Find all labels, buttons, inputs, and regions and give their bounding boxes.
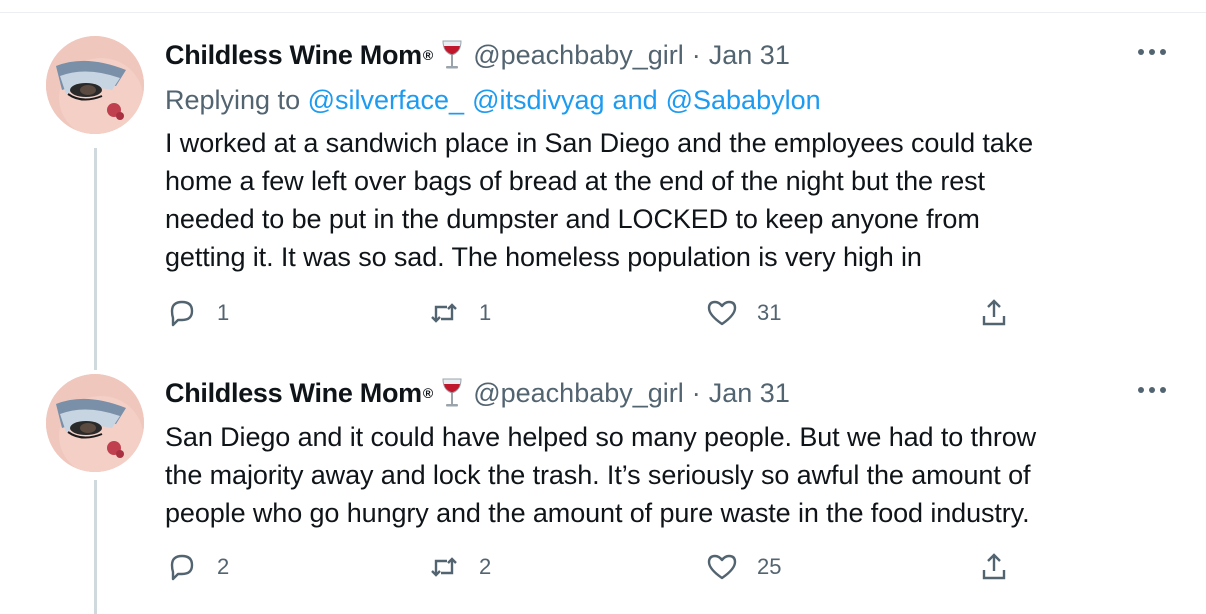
tweet-header: Childless Wine Mom ® @peachbaby_girl · J… [165, 374, 1166, 412]
reply-icon [170, 300, 194, 327]
like-count: 25 [757, 554, 782, 579]
replying-to: Replying to @silverface_ @itsdivyag and … [165, 80, 1166, 120]
retweet-icon [431, 557, 457, 577]
mention-and: and [612, 84, 658, 115]
retweet-count: 1 [479, 300, 492, 325]
tweet-text-line: needed to be put in the dumpster and LOC… [165, 204, 980, 234]
avatar-image [46, 36, 144, 134]
replying-prefix: Replying to [165, 84, 301, 115]
tweet-text-line: getting it. It was so sad. The homeless … [165, 242, 922, 272]
wine-glass-icon [441, 40, 463, 70]
reply-icon [170, 554, 194, 581]
registered-mark: ® [422, 47, 434, 63]
more-icon[interactable] [1126, 380, 1166, 400]
reply-button[interactable]: 1 [165, 296, 229, 330]
reply-count: 2 [217, 554, 230, 579]
heart-icon [707, 300, 737, 326]
tweet-text-line: home a few left over bags of bread at th… [165, 166, 985, 196]
user-handle[interactable]: @peachbaby_girl [473, 378, 684, 409]
reply-button[interactable]: 2 [165, 550, 229, 584]
share-icon [982, 299, 1006, 326]
avatar-image [46, 374, 144, 472]
retweet-count: 2 [479, 554, 492, 579]
separator: · [691, 377, 701, 408]
like-button[interactable]: 25 [705, 550, 781, 584]
tweet-actions: 1 1 31 [165, 296, 1015, 336]
tweet-date[interactable]: Jan 31 [709, 378, 790, 409]
retweet-button[interactable]: 1 [427, 296, 491, 330]
tweet-text-line: people who go hungry and the amount of p… [165, 498, 1030, 528]
tweet-text: I worked at a sandwich place in San Dieg… [165, 124, 1166, 276]
avatar[interactable] [46, 36, 144, 134]
tweet-text: San Diego and it could have helped so ma… [165, 418, 1166, 532]
avatar[interactable] [46, 374, 144, 472]
more-icon[interactable] [1126, 42, 1166, 62]
tweet-text-line: the majority away and lock the trash. It… [165, 460, 1031, 490]
separator: · [691, 39, 701, 70]
display-name[interactable]: Childless Wine Mom [165, 378, 422, 409]
tweet-header: Childless Wine Mom ® @peachbaby_girl · J… [165, 36, 1166, 74]
reply-count: 1 [217, 300, 230, 325]
like-button[interactable]: 31 [705, 296, 781, 330]
heart-icon [707, 554, 737, 580]
tweet-date[interactable]: Jan 31 [709, 40, 790, 71]
share-button[interactable] [977, 550, 1011, 584]
user-handle[interactable]: @peachbaby_girl [473, 40, 684, 71]
like-count: 31 [757, 300, 782, 325]
share-icon [982, 553, 1006, 580]
display-name[interactable]: Childless Wine Mom [165, 40, 422, 71]
retweet-button[interactable]: 2 [427, 550, 491, 584]
retweet-icon [431, 303, 457, 323]
mention-link[interactable]: @silverface_ [308, 85, 464, 116]
mention-link[interactable]: @itsdivyag [472, 85, 604, 116]
tweet-text-line: San Diego and it could have helped so ma… [165, 422, 1037, 452]
tweet-actions: 2 2 25 [165, 550, 1015, 590]
mention-link[interactable]: @Sababylon [666, 85, 821, 116]
wine-glass-icon [441, 378, 463, 408]
tweet[interactable]: Childless Wine Mom ® @peachbaby_girl · J… [0, 0, 1206, 370]
tweet[interactable]: Childless Wine Mom ® @peachbaby_girl · J… [0, 370, 1206, 614]
share-button[interactable] [977, 296, 1011, 330]
registered-mark: ® [422, 385, 434, 401]
tweet-text-line: I worked at a sandwich place in San Dieg… [165, 128, 1034, 158]
